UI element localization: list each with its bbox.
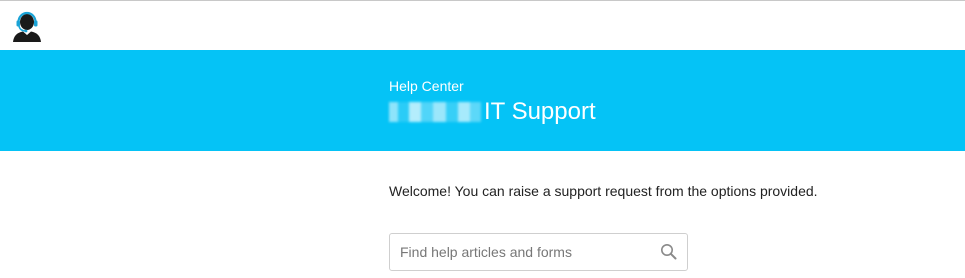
welcome-message: Welcome! You can raise a support request… xyxy=(389,183,818,199)
search-input[interactable] xyxy=(390,234,650,270)
portal-title: IT Support xyxy=(389,98,596,126)
portal-title-text: IT Support xyxy=(484,98,596,125)
hero-banner: Help Center IT Support xyxy=(0,50,965,151)
help-center-link[interactable]: Help Center xyxy=(389,78,464,94)
search-icon[interactable] xyxy=(660,243,677,260)
support-agent-logo-icon[interactable] xyxy=(12,10,42,42)
search-box xyxy=(389,233,688,271)
redacted-organization-name xyxy=(389,102,481,122)
top-bar xyxy=(0,0,965,50)
